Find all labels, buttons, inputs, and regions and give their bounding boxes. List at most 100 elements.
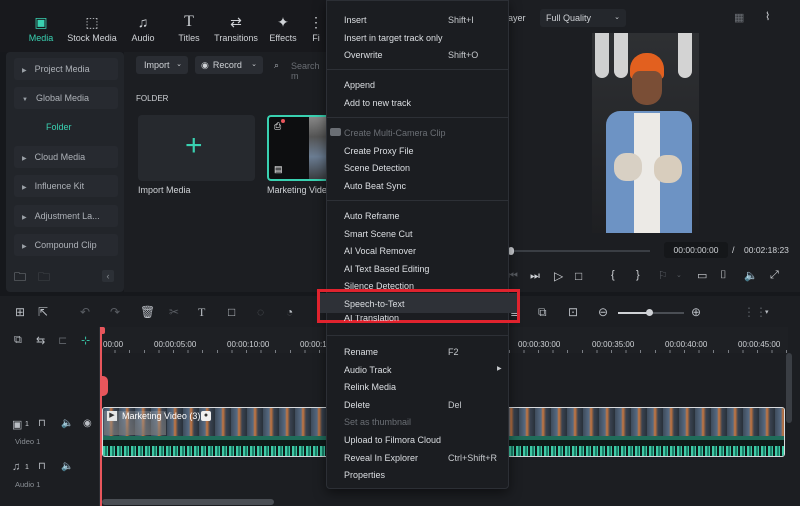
ruler-label: 00:00:35:00 [592,340,635,349]
waveform-monitor-icon[interactable]: ⌇ [765,10,770,23]
video-preview[interactable] [592,33,699,233]
collapse-panel-button[interactable]: ‹ [102,270,114,282]
add-track-icon[interactable]: ⧉ [14,334,22,347]
horizontal-scrollbar[interactable] [102,499,274,505]
fullscreen-icon[interactable]: ⤢ [770,269,779,282]
playhead-handle[interactable] [100,327,105,334]
import-button[interactable]: Import ⌄ [136,56,188,74]
display-icon[interactable]: ▭ [697,269,707,282]
redo-icon[interactable]: ↷ [110,305,120,319]
lock-icon[interactable]: ⊓ [38,461,46,472]
sidebar-item-folder[interactable]: Folder [46,122,72,132]
mute-icon[interactable]: 🔈 [61,461,73,472]
mark-in-icon[interactable]: { [611,269,615,281]
video-track-label: Video 1 [15,437,41,446]
sidebar-item-compound-clip[interactable]: ▶ Compound Clip [14,234,118,256]
fit-timeline-icon[interactable]: ⊡ [568,305,578,319]
prev-frame-icon[interactable]: ⏮ [508,270,518,283]
layout-grid-icon[interactable]: ▦ [734,11,744,24]
menu-item-relink-media[interactable]: Relink Media [344,382,396,392]
delete-folder-icon[interactable]: 🗀 [38,268,50,289]
menu-item-auto-reframe[interactable]: Auto Reframe [344,211,400,221]
menu-item-overwrite[interactable]: Overwrite [344,50,383,60]
menu-item-delete[interactable]: Delete [344,400,370,410]
cut-scissors-icon[interactable]: ✂ [169,305,179,319]
search-input[interactable]: Search m [291,61,328,81]
menu-item-ai-vocal-remover[interactable]: AI Vocal Remover [344,246,416,256]
zoom-out-icon[interactable]: ⊖ [598,305,608,319]
lock-icon[interactable]: ⊓ [38,418,46,429]
text-icon[interactable]: T [198,305,205,320]
shortcut-rename: F2 [448,347,459,357]
playhead[interactable] [100,327,102,506]
layout-icon[interactable]: ⊞ [15,305,25,319]
menu-item-create-proxy-file[interactable]: Create Proxy File [344,146,414,156]
sneaker [654,155,682,183]
undo-icon[interactable]: ↶ [80,305,90,319]
menu-item-insert-target-track[interactable]: Insert in target track only [344,33,443,43]
playhead-marker[interactable] [100,376,108,396]
menu-item-add-to-new-track[interactable]: Add to new track [344,98,411,108]
import-media-tile[interactable]: + [138,115,255,181]
menu-item-append[interactable]: Append [344,80,375,90]
sidebar-item-influence-kit[interactable]: ▶ Influence Kit [14,175,118,197]
link-icon[interactable]: ⇆ [36,334,45,347]
zoom-slider-handle[interactable] [646,309,653,316]
menu-item-insert[interactable]: Insert [344,15,367,25]
chevron-down-icon[interactable]: ▾ [765,308,769,316]
scrub-bar[interactable] [510,250,650,252]
context-menu: Insert Shift+I Insert in target track on… [317,0,520,489]
menu-item-upload-filmora-cloud[interactable]: Upload to Filmora Cloud [344,435,441,445]
snapshot-camera-icon[interactable]: ⌷ [720,269,727,282]
menu-item-auto-beat-sync[interactable]: Auto Beat Sync [344,181,406,191]
video-track-index: 1 [25,421,29,428]
sidebar-item-cloud-media[interactable]: ▶ Cloud Media [14,146,118,168]
quality-dropdown[interactable]: Full Quality ⌄ [540,9,626,27]
speed-icon[interactable]: ◔ [286,305,293,319]
folder-section-title: FOLDER [136,94,169,103]
zoom-in-icon[interactable]: ⊕ [691,305,701,319]
chevron-down-icon[interactable]: ⌄ [676,271,682,279]
clip-settings-icon: ● [201,411,211,421]
menu-item-speech-to-text[interactable]: Speech-to-Text [344,299,405,309]
mute-icon[interactable]: 🔈 [61,418,73,429]
play-icon[interactable]: ▷ [554,269,563,283]
delete-icon[interactable]: 🗑 [140,305,155,319]
track-manage-icon[interactable]: ⊏ [58,334,67,347]
color-match-icon[interactable]: ◌ [257,305,264,319]
tab-stock-media[interactable]: ⬚ Stock Media [63,14,121,43]
next-frame-icon[interactable]: ⏭ [530,270,540,283]
menu-item-smart-scene-cut[interactable]: Smart Scene Cut [344,229,413,239]
sidebar-item-global-media[interactable]: ▼ Global Media [14,87,118,109]
mark-out-icon[interactable]: } [636,269,640,281]
select-cursor-icon[interactable]: ⇱ [38,305,48,319]
media-thumbnail-marketing-video[interactable]: ⎙ ▤ [267,115,328,181]
volume-icon[interactable]: 🔈 [744,269,758,282]
render-preview-icon[interactable]: ⧉ [538,305,547,320]
vertical-scrollbar[interactable] [786,353,792,423]
current-time[interactable]: 00:00:00:00 [664,242,728,258]
snap-icon[interactable]: ⊹ [81,334,90,347]
camera-icon: ⎙ [274,121,282,131]
eye-icon[interactable]: ◉ [83,418,92,429]
text-t-icon: T [184,13,194,30]
menu-item-ai-text-based-editing[interactable]: AI Text Based Editing [344,264,429,274]
crop-icon[interactable]: □ [228,305,235,319]
record-button[interactable]: ◉ Record ⌄ [195,56,263,74]
marker-icon[interactable]: ⚐ [658,269,668,282]
menu-item-reveal-in-explorer[interactable]: Reveal In Explorer [344,453,418,463]
menu-item-scene-detection[interactable]: Scene Detection [344,163,410,173]
tab-media[interactable]: ▣ Media [12,14,70,43]
menu-item-properties[interactable]: Properties [344,470,385,480]
sidebar-item-project-media[interactable]: ▶ Project Media [14,58,118,80]
menu-item-audio-track[interactable]: Audio Track [344,365,392,375]
track-layout-icon[interactable]: ⋮⋮ [743,305,767,319]
new-folder-icon[interactable]: 🗀 [14,268,26,289]
stock-media-icon: ⬚ [85,14,99,30]
menu-item-ai-translation[interactable]: AI Translation [344,315,399,323]
sidebar-item-adjustment-layer[interactable]: ▶ Adjustment La... [14,205,118,227]
audio-track-label: Audio 1 [15,480,41,489]
shortcut-reveal-in-explorer: Ctrl+Shift+R [448,453,498,463]
stop-icon[interactable]: □ [575,269,582,283]
menu-item-rename[interactable]: Rename [344,347,378,357]
